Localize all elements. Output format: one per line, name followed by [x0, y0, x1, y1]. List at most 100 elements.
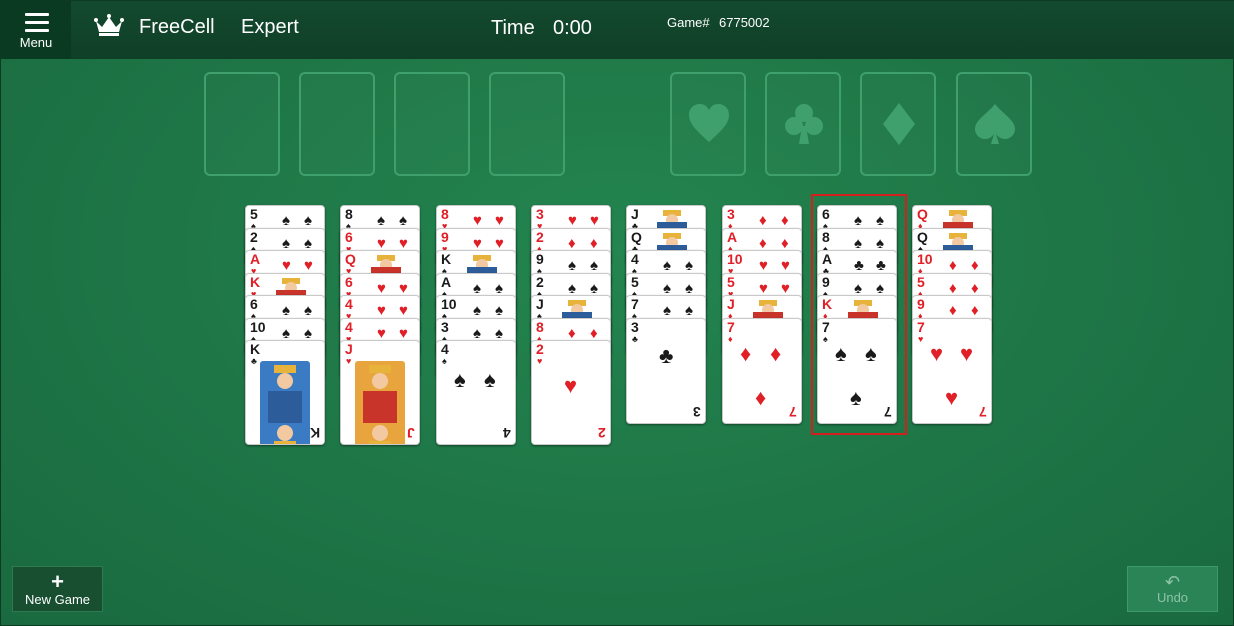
face-card-art — [355, 361, 405, 444]
face-card-art — [467, 253, 497, 273]
card[interactable]: 7♦♦♦♦♦♦♦♦7 — [722, 317, 802, 424]
card[interactable]: 4♠♠♠♠♠4 — [436, 340, 516, 445]
face-card-art — [943, 231, 973, 251]
app-title: FreeCell — [139, 16, 215, 38]
card-rank: 5 — [631, 273, 639, 290]
undo-button[interactable]: ↶ Undo — [1127, 566, 1218, 612]
card-suit: ♠ — [823, 333, 828, 344]
game-number-label: Game# — [667, 15, 710, 30]
card-rank: 6 — [345, 273, 353, 290]
menu-button[interactable]: Menu — [1, 1, 71, 59]
card-rank: A — [441, 273, 452, 290]
diamond-icon — [883, 103, 915, 145]
card-rank: J — [631, 206, 639, 222]
card-rank: 9 — [536, 251, 544, 267]
free-cell-2[interactable] — [299, 72, 375, 176]
foundation-hearts[interactable] — [670, 72, 746, 176]
card-rank: 3 — [441, 318, 449, 335]
card-rank: Q — [631, 228, 642, 245]
card-corner-rank: 2 — [598, 425, 606, 441]
card-suit: ♣ — [251, 356, 257, 366]
card[interactable]: 2♥♥♥2 — [531, 340, 611, 445]
card-rank: 6 — [822, 206, 830, 222]
card-rank: 5 — [250, 206, 258, 222]
card-suit: ♠ — [442, 356, 447, 366]
card-rank: A — [727, 228, 738, 245]
card-rank: K — [822, 296, 833, 312]
card-rank: A — [822, 251, 833, 267]
card-pip: ♠ — [865, 340, 877, 366]
card-rank: 4 — [441, 341, 449, 357]
time-label: Time — [491, 17, 535, 39]
card-corner-rank: K — [309, 425, 320, 441]
card[interactable]: K ♣ K — [245, 340, 325, 445]
card-pip: ♣ — [659, 342, 674, 368]
card-rank: 10 — [727, 251, 743, 267]
card-pip: ♥ — [564, 373, 578, 398]
card[interactable]: 3♣♣♣♣3 — [626, 317, 706, 424]
card-suit: ♣ — [632, 333, 638, 344]
free-cell-4[interactable] — [489, 72, 565, 176]
heart-icon — [689, 104, 729, 142]
new-game-label: New Game — [24, 592, 91, 607]
card-rank: 10 — [250, 318, 266, 335]
face-card-art — [848, 298, 878, 318]
card-rank: 8 — [441, 206, 449, 222]
card-corner-rank: 7 — [789, 404, 797, 420]
card-rank: 7 — [822, 318, 830, 335]
card-pip: ♦ — [755, 384, 767, 410]
card-rank: 7 — [917, 318, 925, 335]
card-rank: 5 — [727, 273, 735, 290]
face-card-art — [657, 208, 687, 228]
card[interactable]: 7♥♥♥♥♥♥♥♥7 — [912, 317, 992, 424]
card-suit: ♥ — [918, 333, 924, 344]
face-card-art — [562, 298, 592, 318]
card-suit: ♥ — [537, 356, 543, 366]
card-corner-rank: J — [407, 425, 415, 441]
card-rank: 9 — [917, 296, 925, 312]
card-rank: 7 — [727, 318, 735, 335]
card-pip: ♠ — [454, 367, 466, 392]
card-corner-rank: 7 — [884, 404, 892, 420]
card-rank: 4 — [345, 296, 353, 312]
card-pip: ♦ — [770, 340, 782, 366]
free-cell-3[interactable] — [394, 72, 470, 176]
card-rank: 5 — [917, 273, 925, 290]
card-rank: 8 — [536, 318, 544, 335]
card-rank: J — [727, 296, 735, 312]
face-card-art — [943, 208, 973, 228]
foundation-spades[interactable] — [956, 72, 1032, 176]
face-card-art — [260, 361, 310, 444]
card-rank: K — [250, 273, 261, 290]
card[interactable]: J ♥ J — [340, 340, 420, 445]
face-card-art — [371, 253, 401, 273]
card-rank: Q — [345, 251, 356, 267]
card-rank: K — [250, 341, 261, 357]
face-card-art — [753, 298, 783, 318]
card-rank: 10 — [441, 296, 457, 312]
card-corner-rank: 3 — [693, 404, 701, 420]
card-rank: 3 — [727, 206, 735, 222]
menu-label: Menu — [19, 35, 53, 50]
card-rank: 2 — [250, 228, 258, 245]
card-pip: ♥ — [945, 384, 959, 410]
card-rank: 6 — [345, 228, 353, 245]
card-rank: J — [345, 341, 353, 357]
new-game-button[interactable]: + New Game — [12, 566, 103, 612]
card[interactable]: 7♠♠♠♠♠♠♠♠7 — [817, 317, 897, 424]
card-rank: J — [536, 296, 544, 312]
time-value: 0:00 — [553, 17, 592, 39]
card-rank: 9 — [822, 273, 830, 290]
card-rank: K — [441, 251, 452, 267]
card-rank: 2 — [536, 273, 544, 290]
foundation-clubs[interactable] — [765, 72, 841, 176]
face-card-art — [657, 231, 687, 251]
card-rank: 7 — [631, 296, 639, 312]
card-rank: Q — [917, 228, 928, 245]
card-pip: ♠ — [835, 340, 847, 366]
card-rank: 4 — [631, 251, 639, 267]
foundation-diamonds[interactable] — [860, 72, 936, 176]
card-suit: ♥ — [346, 356, 352, 366]
free-cell-1[interactable] — [204, 72, 280, 176]
crown-icon — [94, 14, 124, 36]
